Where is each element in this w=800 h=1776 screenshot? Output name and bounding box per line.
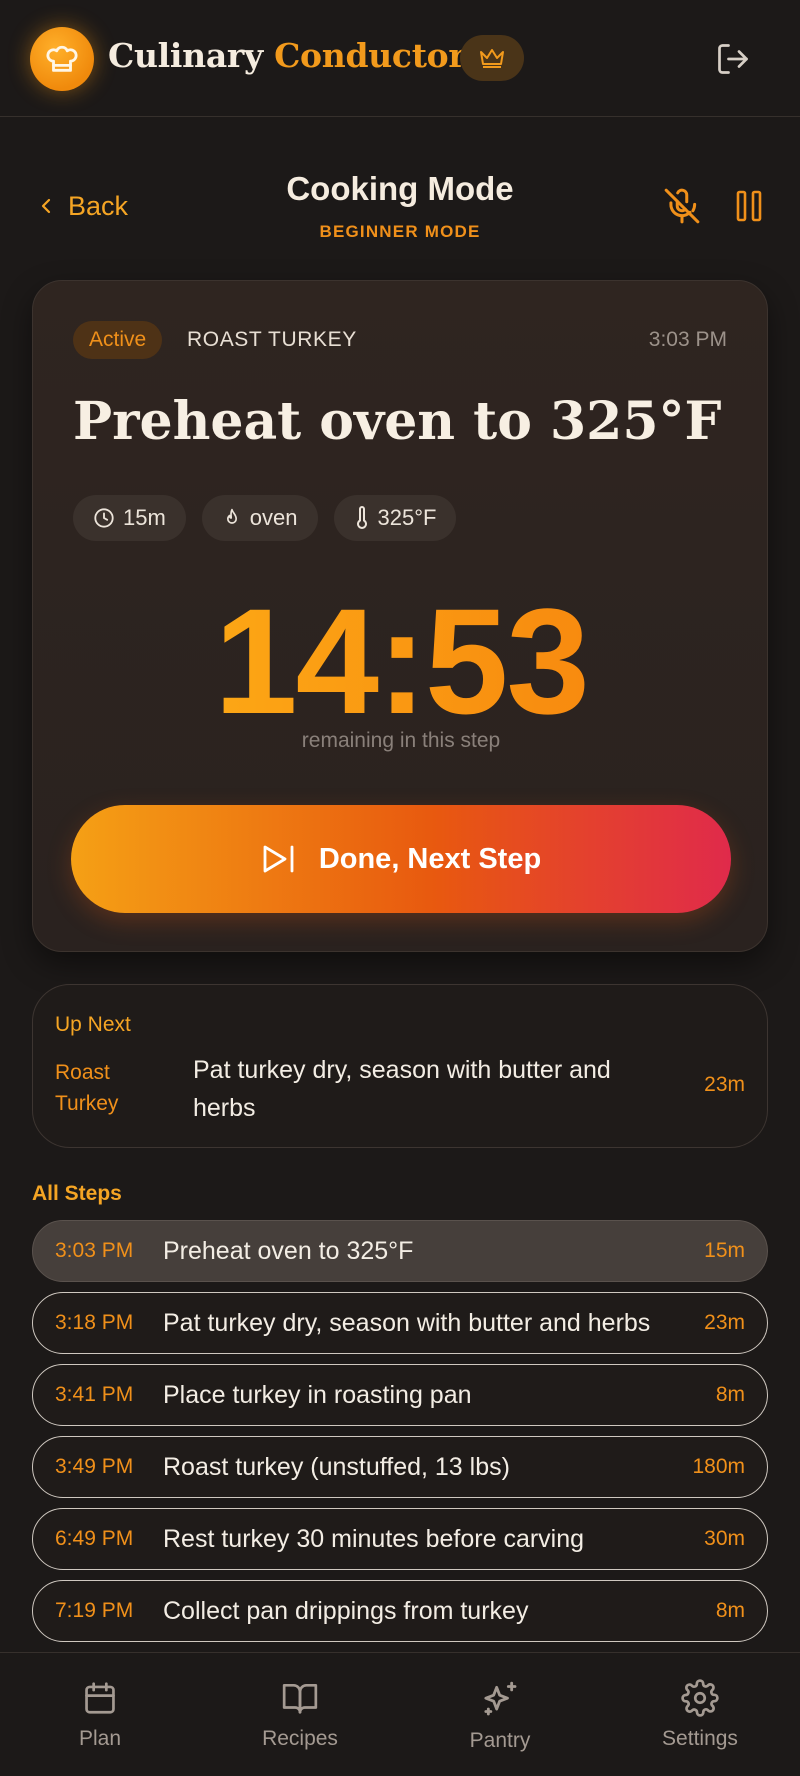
flame-icon — [226, 508, 237, 524]
nav-plan-label: Plan — [78, 1727, 122, 1750]
nav-settings-label: Settings — [662, 1727, 738, 1750]
mode-subtitle: BEGINNER MODE — [319, 222, 481, 241]
crown-icon[interactable] — [460, 35, 524, 81]
page-title: Cooking Mode — [286, 170, 514, 207]
step-duration: 8m — [715, 1599, 745, 1622]
step-text: Rest turkey 30 minutes before carving — [163, 1524, 585, 1553]
step-text: Collect pan drippings from turkey — [163, 1596, 529, 1625]
next-step-button[interactable]: Done, Next Step — [71, 805, 731, 913]
thermometer-icon — [356, 506, 367, 529]
step-duration: 8m — [715, 1383, 745, 1406]
step-duration: 30m — [704, 1527, 745, 1550]
step-start-time: 3:03 PM — [648, 328, 727, 351]
nav-pantry-label: Pantry — [469, 1729, 531, 1752]
status-badge: Active — [73, 321, 163, 359]
back-label: Back — [68, 190, 129, 221]
app-title-part1: Culinary — [108, 36, 263, 75]
nav-settings[interactable]: Settings — [600, 1653, 800, 1776]
bottom-nav: Plan Recipes Pantry Settings — [0, 1652, 800, 1776]
equipment-chip: oven — [201, 495, 318, 541]
up-next-duration: 23m — [704, 1073, 745, 1096]
skip-forward-icon — [263, 845, 294, 873]
app-title: Culinary Conductor — [108, 36, 466, 75]
back-button[interactable]: Back — [38, 186, 128, 226]
step-text: Preheat oven to 325°F — [163, 1236, 414, 1265]
app-title-part2: Conductor — [274, 36, 466, 75]
step-text: Place turkey in roasting pan — [163, 1380, 472, 1409]
book-icon — [282, 1683, 318, 1714]
step-chips: 15m oven 325°F — [73, 495, 457, 541]
chef-hat-icon — [30, 27, 94, 91]
step-row[interactable]: 6:49 PM Rest turkey 30 minutes before ca… — [32, 1508, 768, 1570]
chevron-left-icon — [41, 198, 51, 214]
up-next-card[interactable]: Up Next Roast Turkey Pat turkey dry, sea… — [32, 984, 768, 1148]
step-duration: 180m — [692, 1455, 745, 1478]
active-step-card: Active ROAST TURKEY 3:03 PM Preheat oven… — [32, 280, 768, 952]
step-duration: 15m — [704, 1239, 745, 1262]
countdown-timer: 14:53 — [33, 571, 769, 751]
nav-recipes-label: Recipes — [262, 1727, 338, 1750]
up-next-recipe: Roast Turkey — [55, 1061, 119, 1115]
timer-caption: remaining in this step — [301, 729, 501, 752]
step-row[interactable]: 7:19 PM Collect pan drippings from turke… — [32, 1580, 768, 1642]
clock-icon — [94, 508, 114, 528]
all-steps-label: All Steps — [32, 1182, 122, 1205]
gear-icon — [681, 1679, 719, 1717]
equipment-chip-label: oven — [249, 505, 298, 530]
step-row-current[interactable]: 3:03 PM Preheat oven to 325°F 15m — [32, 1220, 768, 1282]
temperature-chip: 325°F — [333, 495, 457, 541]
step-row[interactable]: 3:18 PM Pat turkey dry, season with butt… — [32, 1292, 768, 1354]
app-header: Culinary Conductor — [0, 0, 800, 117]
up-next-text: Pat turkey dry, season with butter and h… — [193, 1056, 611, 1122]
step-time: 3:18 PM — [55, 1311, 134, 1334]
duration-chip: 15m — [73, 495, 186, 541]
up-next-label: Up Next — [55, 1013, 131, 1036]
nav-plan[interactable]: Plan — [0, 1653, 200, 1776]
recipe-name: ROAST TURKEY — [187, 328, 357, 351]
logout-icon[interactable] — [712, 38, 754, 80]
pause-icon[interactable] — [730, 184, 768, 228]
step-row[interactable]: 3:49 PM Roast turkey (unstuffed, 13 lbs)… — [32, 1436, 768, 1498]
step-time: 3:49 PM — [55, 1455, 134, 1478]
step-time: 7:19 PM — [55, 1599, 134, 1622]
step-row[interactable]: 3:41 PM Place turkey in roasting pan 8m — [32, 1364, 768, 1426]
step-title: Preheat oven to 325°F — [73, 391, 722, 452]
nav-pantry[interactable]: Pantry — [400, 1653, 600, 1776]
next-step-label: Done, Next Step — [318, 842, 542, 875]
mic-off-icon[interactable] — [660, 184, 704, 228]
sparkle-icon — [484, 1681, 517, 1716]
temperature-chip-label: 325°F — [377, 505, 437, 530]
step-time: 6:49 PM — [55, 1527, 134, 1550]
duration-chip-label: 15m — [123, 505, 166, 530]
nav-recipes[interactable]: Recipes — [200, 1653, 400, 1776]
step-time: 3:41 PM — [55, 1383, 134, 1406]
step-text: Pat turkey dry, season with butter and h… — [163, 1308, 651, 1337]
step-time: 3:03 PM — [55, 1239, 134, 1262]
step-duration: 23m — [704, 1311, 745, 1334]
steps-list: 3:03 PM Preheat oven to 325°F 15m 3:18 P… — [32, 1220, 768, 1652]
calendar-icon — [85, 1682, 115, 1714]
step-text: Roast turkey (unstuffed, 13 lbs) — [163, 1452, 510, 1481]
